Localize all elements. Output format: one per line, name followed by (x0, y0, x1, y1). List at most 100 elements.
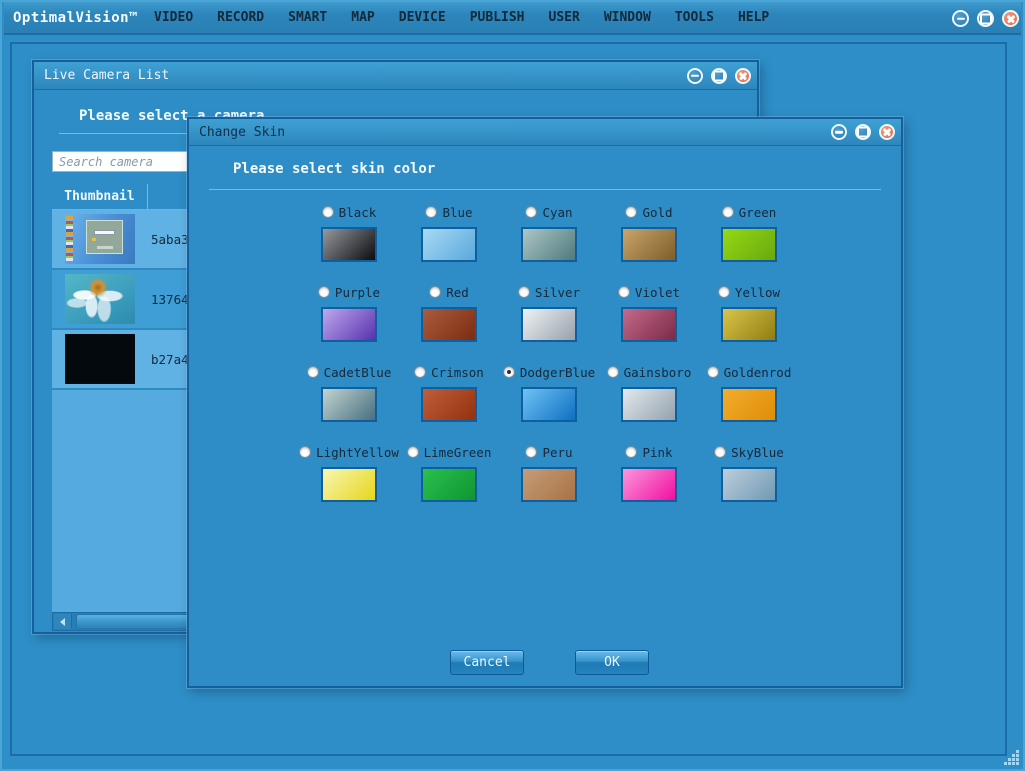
menu-user[interactable]: USER (541, 10, 588, 25)
skin-radio-gainsboro[interactable]: Gainsboro (607, 364, 692, 380)
skin-swatch-black[interactable] (321, 227, 377, 262)
skin-radio-limegreen[interactable]: LimeGreen (407, 444, 492, 460)
skin-radio-pink[interactable]: Pink (625, 444, 672, 460)
skin-option-label: Gainsboro (624, 365, 692, 380)
menu-map[interactable]: MAP (343, 10, 382, 25)
radio-icon[interactable] (425, 206, 437, 218)
skin-swatch-green[interactable] (721, 227, 777, 262)
menu-publish[interactable]: PUBLISH (462, 10, 533, 25)
skin-radio-purple[interactable]: Purple (318, 284, 380, 300)
skin-radio-silver[interactable]: Silver (518, 284, 580, 300)
camera-maximize-button[interactable] (711, 68, 727, 84)
skin-swatch-cyan[interactable] (521, 227, 577, 262)
menu-help[interactable]: HELP (730, 10, 777, 25)
skin-option-label: Red (446, 285, 469, 300)
menu-device[interactable]: DEVICE (391, 10, 454, 25)
skin-radio-peru[interactable]: Peru (525, 444, 572, 460)
resize-grip-icon[interactable] (1003, 749, 1020, 766)
skin-radio-goldenrod[interactable]: Goldenrod (707, 364, 792, 380)
skin-swatch-dodgerblue[interactable] (521, 387, 577, 422)
radio-icon[interactable] (607, 366, 619, 378)
radio-icon[interactable] (322, 206, 334, 218)
camera-thumbnail-flower[interactable] (65, 274, 135, 324)
radio-icon[interactable] (525, 446, 537, 458)
camera-close-button[interactable] (735, 68, 751, 84)
app-minimize-button[interactable] (952, 10, 969, 27)
menu-window[interactable]: WINDOW (596, 10, 659, 25)
skin-swatch-blue[interactable] (421, 227, 477, 262)
skin-radio-blue[interactable]: Blue (425, 204, 472, 220)
skin-radio-red[interactable]: Red (429, 284, 469, 300)
skin-dialog-titlebar[interactable]: Change Skin (189, 119, 901, 146)
radio-icon[interactable] (722, 206, 734, 218)
app-maximize-button[interactable] (977, 10, 994, 27)
radio-icon[interactable] (318, 286, 330, 298)
skin-option-cadetblue: CadetBlue (299, 364, 399, 444)
scroll-left-button[interactable] (54, 614, 72, 629)
radio-icon[interactable] (525, 206, 537, 218)
radio-icon[interactable] (503, 366, 515, 378)
skin-option-blue: Blue (399, 204, 499, 284)
skin-swatch-yellow[interactable] (721, 307, 777, 342)
radio-icon[interactable] (707, 366, 719, 378)
radio-icon[interactable] (429, 286, 441, 298)
skin-swatch-pink[interactable] (621, 467, 677, 502)
skin-swatch-purple[interactable] (321, 307, 377, 342)
skin-radio-yellow[interactable]: Yellow (718, 284, 780, 300)
cancel-button[interactable]: Cancel (450, 650, 524, 675)
menu-video[interactable]: VIDEO (146, 10, 201, 25)
skin-radio-lightyellow[interactable]: LightYellow (299, 444, 399, 460)
radio-icon[interactable] (625, 446, 637, 458)
skin-swatch-limegreen[interactable] (421, 467, 477, 502)
camera-minimize-button[interactable] (687, 68, 703, 84)
app-title: OptimalVision™ (13, 10, 138, 26)
camera-window-titlebar[interactable]: Live Camera List (34, 62, 757, 90)
skin-swatch-crimson[interactable] (421, 387, 477, 422)
radio-icon[interactable] (518, 286, 530, 298)
skin-radio-dodgerblue[interactable]: DodgerBlue (503, 364, 595, 380)
skin-swatch-peru[interactable] (521, 467, 577, 502)
skin-swatch-cadetblue[interactable] (321, 387, 377, 422)
skin-swatch-lightyellow[interactable] (321, 467, 377, 502)
menu-tools[interactable]: TOOLS (667, 10, 722, 25)
skin-swatch-red[interactable] (421, 307, 477, 342)
skin-radio-black[interactable]: Black (322, 204, 377, 220)
radio-icon[interactable] (407, 446, 419, 458)
skin-swatch-skyblue[interactable] (721, 467, 777, 502)
skin-radio-gold[interactable]: Gold (625, 204, 672, 220)
menu-record[interactable]: RECORD (209, 10, 272, 25)
ok-button[interactable]: OK (575, 650, 649, 675)
skin-swatch-goldenrod[interactable] (721, 387, 777, 422)
skin-option-label: LightYellow (316, 445, 399, 460)
skin-radio-crimson[interactable]: Crimson (414, 364, 484, 380)
camera-thumbnail-black[interactable] (65, 334, 135, 384)
skin-maximize-button[interactable] (855, 124, 871, 140)
menu-smart[interactable]: SMART (280, 10, 335, 25)
skin-radio-cyan[interactable]: Cyan (525, 204, 572, 220)
skin-radio-violet[interactable]: Violet (618, 284, 680, 300)
skin-option-label: SkyBlue (731, 445, 784, 460)
skin-close-button[interactable] (879, 124, 895, 140)
skin-radio-skyblue[interactable]: SkyBlue (714, 444, 784, 460)
skin-minimize-button[interactable] (831, 124, 847, 140)
skin-radio-cadetblue[interactable]: CadetBlue (307, 364, 392, 380)
app-window-controls (952, 10, 1019, 27)
skin-option-label: Blue (442, 205, 472, 220)
camera-thumbnail-desktop[interactable] (65, 214, 135, 264)
skin-radio-green[interactable]: Green (722, 204, 777, 220)
skin-dialog-header: Please select skin color (233, 161, 435, 177)
skin-option-label: Pink (642, 445, 672, 460)
app-close-button[interactable] (1002, 10, 1019, 27)
skin-swatch-silver[interactable] (521, 307, 577, 342)
radio-icon[interactable] (625, 206, 637, 218)
radio-icon[interactable] (307, 366, 319, 378)
radio-icon[interactable] (718, 286, 730, 298)
radio-icon[interactable] (618, 286, 630, 298)
desktop-icons (66, 216, 73, 261)
radio-icon[interactable] (714, 446, 726, 458)
radio-icon[interactable] (414, 366, 426, 378)
skin-swatch-violet[interactable] (621, 307, 677, 342)
skin-swatch-gainsboro[interactable] (621, 387, 677, 422)
radio-icon[interactable] (299, 446, 311, 458)
skin-swatch-gold[interactable] (621, 227, 677, 262)
